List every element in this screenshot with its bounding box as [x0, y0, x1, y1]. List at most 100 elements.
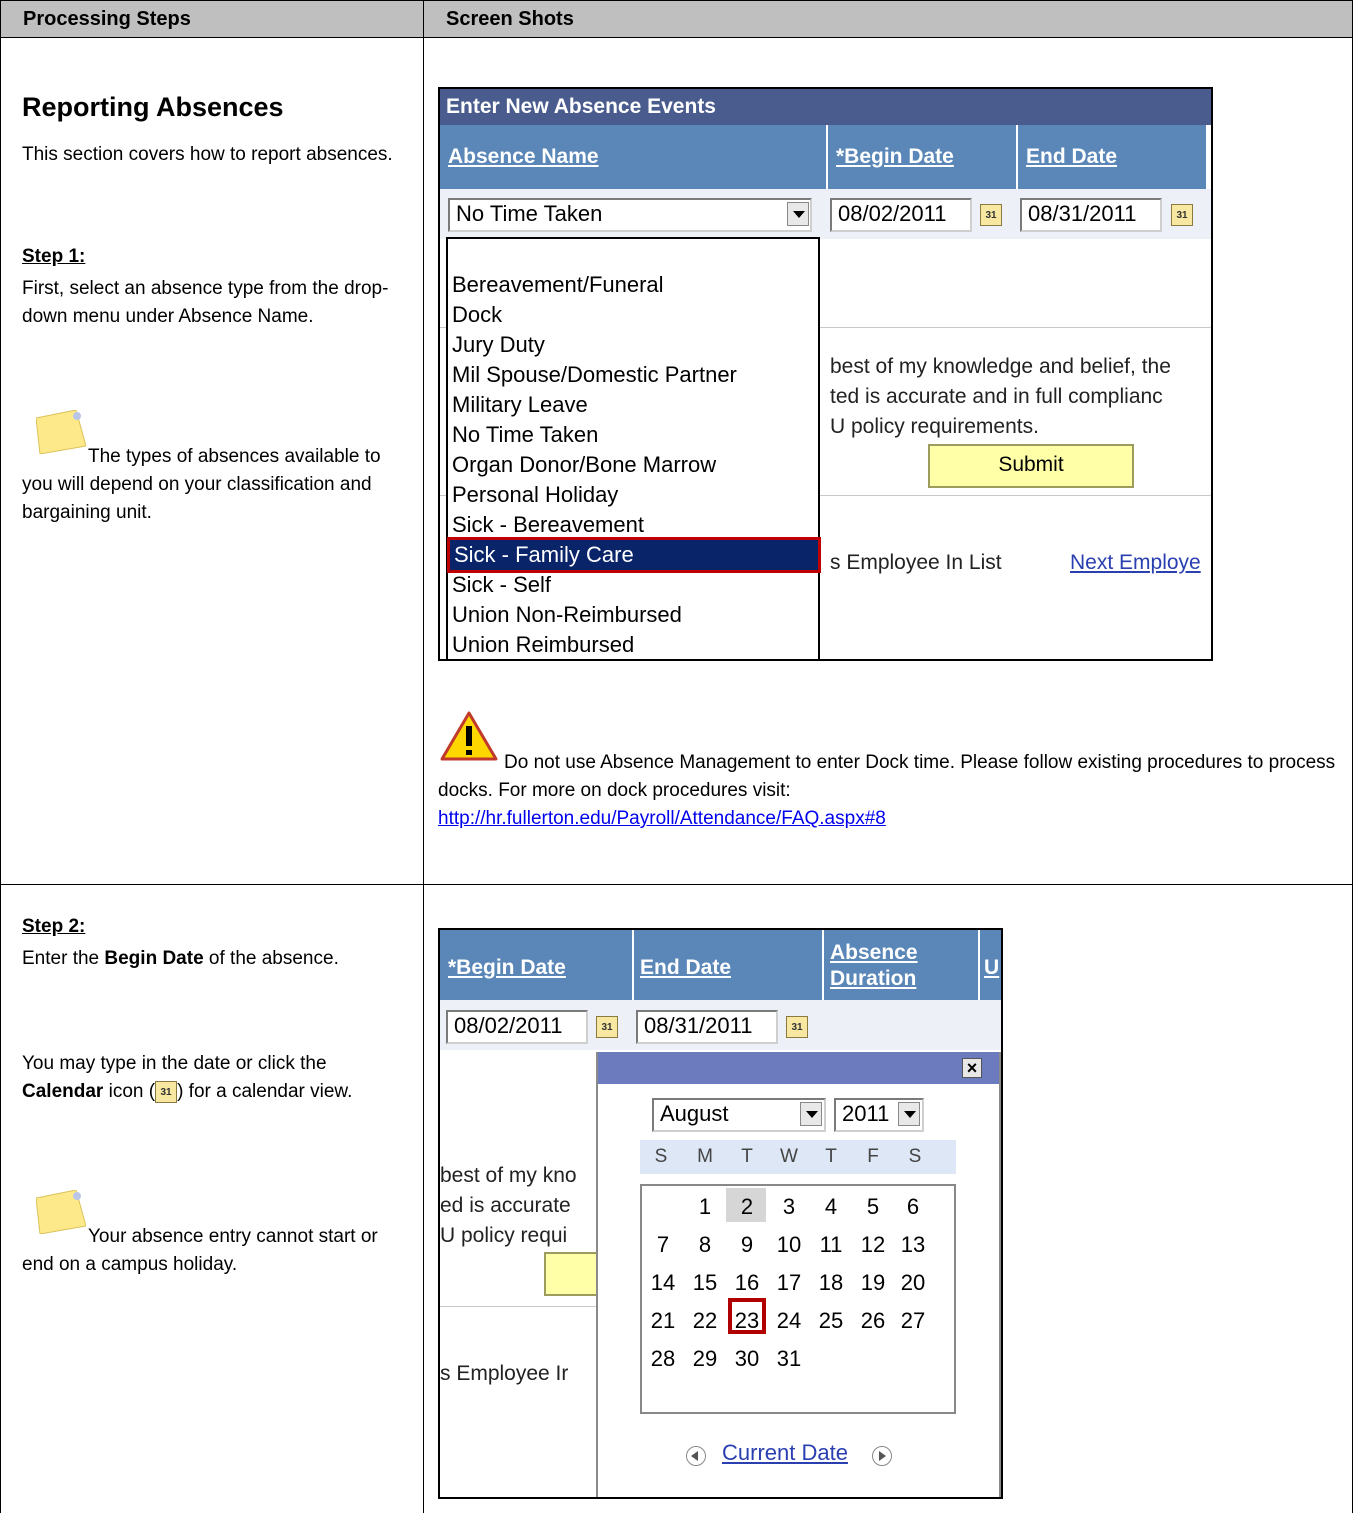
weekday: F [867, 1146, 879, 1167]
certification-line-3: U policy requirements. [830, 415, 1039, 438]
option[interactable]: Organ Donor/Bone Marrow [452, 450, 716, 480]
submit-button-partial[interactable] [544, 1252, 604, 1296]
day-cell[interactable]: 6 [898, 1194, 928, 1220]
col-end-date-link[interactable]: End Date [1026, 145, 1117, 169]
day-cell[interactable]: 27 [898, 1308, 928, 1334]
day-cell-selected[interactable]: 23 [732, 1308, 762, 1334]
day-cell[interactable]: 8 [690, 1232, 720, 1258]
current-date-link[interactable]: Current Date [722, 1440, 848, 1466]
calendar-day-grid: 1 2 3 4 5 6 7 8 9 10 11 12 13 14 15 16 1… [640, 1184, 956, 1414]
option-highlighted[interactable]: Sick - Family Care [447, 537, 821, 573]
absence-options-list[interactable]: Bereavement/Funeral Dock Jury Duty Mil S… [446, 237, 821, 659]
day-cell[interactable]: 25 [816, 1308, 846, 1334]
certification-line-1: best of my knowledge and belief, the [830, 355, 1171, 378]
option[interactable]: Dock [452, 300, 502, 330]
day-cell[interactable]: 5 [858, 1194, 888, 1220]
option[interactable]: Mil Spouse/Domestic Partner [452, 360, 737, 390]
calendar-titlebar [598, 1052, 999, 1084]
weekday: M [697, 1146, 713, 1167]
step-2-calendar-text: You may type in the date or click the Ca… [22, 1053, 353, 1103]
day-cell[interactable]: 21 [648, 1308, 678, 1334]
begin-date-input[interactable]: 08/02/2011 [446, 1010, 588, 1044]
option[interactable]: Union Reimbursed [452, 630, 634, 659]
end-date-input[interactable]: 08/31/2011 [636, 1010, 778, 1044]
col-absence-name-link[interactable]: Absence Name [448, 145, 599, 169]
dropdown-arrow-icon[interactable] [800, 1102, 822, 1126]
col-end-date-link[interactable]: End Date [640, 956, 731, 980]
day-cell[interactable]: 30 [732, 1346, 762, 1372]
close-icon[interactable]: × [962, 1058, 982, 1078]
day-cell[interactable]: 7 [648, 1232, 678, 1258]
option[interactable]: Personal Holiday [452, 480, 618, 510]
day-cell[interactable]: 1 [690, 1194, 720, 1220]
column-divider [423, 0, 424, 1513]
day-cell[interactable]: 14 [648, 1270, 678, 1296]
begin-date-input[interactable]: 08/02/2011 [830, 198, 972, 232]
submit-button[interactable]: Submit [928, 444, 1134, 488]
calendar-icon[interactable]: 31 [1171, 204, 1193, 226]
day-cell[interactable]: 17 [774, 1270, 804, 1296]
section-title: Reporting Absences [22, 92, 284, 122]
day-cell[interactable]: 11 [816, 1232, 846, 1258]
day-cell[interactable]: 3 [774, 1194, 804, 1220]
header-divider [0, 37, 1353, 38]
dropdown-arrow-icon[interactable] [787, 202, 809, 226]
screenshot-absence-dropdown: Enter New Absence Events Absence Name *B… [438, 87, 1213, 661]
option[interactable]: Sick - Bereavement [452, 510, 644, 540]
step-1-text: First, select an absence type from the d… [22, 278, 389, 327]
calendar-icon[interactable]: 31 [980, 204, 1002, 226]
col-begin-date-link[interactable]: *Begin Date [448, 956, 566, 980]
calendar-icon[interactable]: 31 [786, 1016, 808, 1038]
day-cell[interactable]: 24 [774, 1308, 804, 1334]
prev-month-icon[interactable] [686, 1446, 706, 1466]
day-cell[interactable]: 16 [732, 1270, 762, 1296]
day-cell[interactable]: 10 [774, 1232, 804, 1258]
previous-employee-fragment[interactable]: s Employee In List [830, 551, 1002, 575]
calendar-icon[interactable]: 31 [596, 1016, 618, 1038]
col-absence-name: Absence Name [440, 125, 828, 189]
warning-text: Do not use Absence Management to enter D… [438, 752, 1336, 801]
day-cell[interactable]: 13 [898, 1232, 928, 1258]
day-cell[interactable]: 22 [690, 1308, 720, 1334]
previous-employee-fragment[interactable]: s Employee Ir [440, 1362, 568, 1386]
next-employee-link[interactable]: Next Employe [1070, 551, 1201, 575]
screenshot-calendar: *Begin Date End Date Absence Duration U … [438, 928, 1003, 1499]
certification-fragment-1: best of my kno [440, 1164, 577, 1187]
option[interactable]: No Time Taken [452, 420, 598, 450]
weekday: T [825, 1146, 837, 1167]
option[interactable]: Bereavement/Funeral [452, 270, 664, 300]
day-cell[interactable]: 2 [732, 1194, 762, 1220]
row-divider [0, 884, 1353, 885]
dock-procedures-link[interactable]: http://hr.fullerton.edu/Payroll/Attendan… [438, 805, 886, 833]
next-month-icon[interactable] [872, 1446, 892, 1466]
day-cell[interactable]: 4 [816, 1194, 846, 1220]
day-cell[interactable]: 28 [648, 1346, 678, 1372]
option[interactable]: Jury Duty [452, 330, 545, 360]
option[interactable]: Union Non-Reimbursed [452, 600, 682, 630]
col-end-date: End Date [1018, 125, 1208, 189]
day-cell[interactable]: 12 [858, 1232, 888, 1258]
weekday: S [908, 1146, 922, 1167]
day-cell[interactable]: 26 [858, 1308, 888, 1334]
dropdown-arrow-icon[interactable] [898, 1102, 920, 1126]
option[interactable]: Military Leave [452, 390, 588, 420]
col-absence-duration-link[interactable]: Absence Duration [830, 940, 950, 992]
section-intro: This section covers how to report absenc… [22, 144, 393, 165]
option[interactable]: Sick - Self [452, 570, 551, 600]
col-u-link[interactable]: U [984, 956, 999, 980]
day-cell[interactable]: 29 [690, 1346, 720, 1372]
note-1-text: The types of absences available to you w… [22, 446, 381, 523]
day-cell[interactable]: 9 [732, 1232, 762, 1258]
col-begin-date-link[interactable]: *Begin Date [836, 145, 954, 169]
col-absence-duration: Absence Duration [824, 930, 980, 1000]
calendar-icon: 31 [155, 1080, 178, 1103]
absence-name-select[interactable]: No Time Taken [448, 198, 812, 232]
end-date-input[interactable]: 08/31/2011 [1020, 198, 1162, 232]
step-1-label: Step 1: [22, 246, 86, 267]
step-2-label: Step 2: [22, 916, 86, 937]
day-cell[interactable]: 15 [690, 1270, 720, 1296]
day-cell[interactable]: 18 [816, 1270, 846, 1296]
day-cell[interactable]: 19 [858, 1270, 888, 1296]
day-cell[interactable]: 20 [898, 1270, 928, 1296]
day-cell[interactable]: 31 [774, 1346, 804, 1372]
